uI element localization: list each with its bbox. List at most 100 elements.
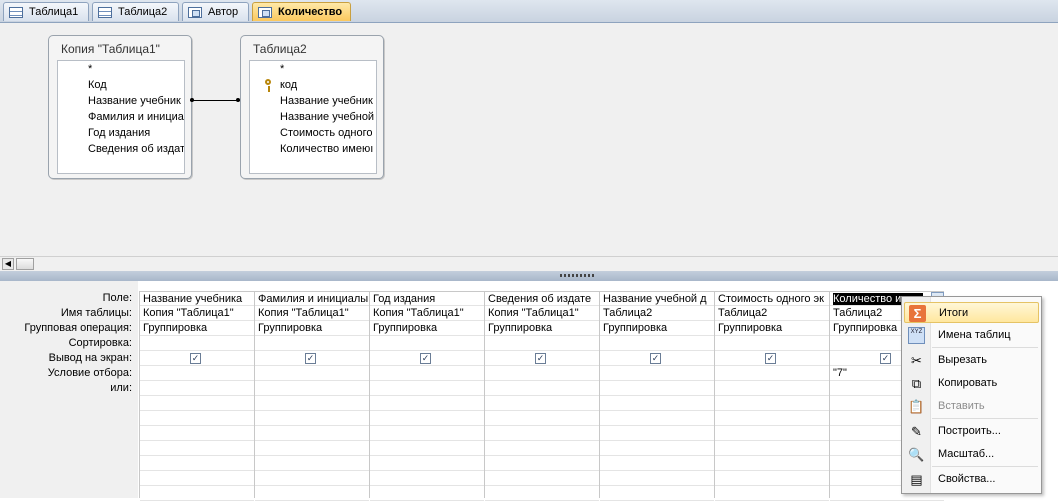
menu-item-zoom[interactable]: 🔍 Масштаб... (904, 444, 1039, 465)
field-cell[interactable]: Сведения об издате (485, 291, 599, 306)
menu-item-copy[interactable]: ⧉ Копировать (904, 373, 1039, 394)
relationship-line[interactable] (190, 98, 240, 102)
query-diagram-pane[interactable]: Копия "Таблица1" * Код Название учебник … (0, 23, 1058, 256)
empty-cell[interactable] (600, 396, 714, 411)
or-cell[interactable] (370, 381, 484, 396)
empty-cell[interactable] (255, 426, 369, 441)
or-cell[interactable] (715, 381, 829, 396)
menu-item-sigma[interactable]: Σ Итоги (904, 302, 1039, 323)
show-cell[interactable]: ✓ (370, 351, 484, 366)
empty-cell[interactable] (370, 441, 484, 456)
group-cell[interactable]: Группировка (715, 321, 829, 336)
empty-cell[interactable] (485, 486, 599, 501)
show-checkbox[interactable]: ✓ (190, 353, 201, 364)
field-list-table1-copy[interactable]: Копия "Таблица1" * Код Название учебник … (48, 35, 192, 179)
splitter-grip-icon[interactable] (560, 274, 594, 277)
field-cell[interactable]: Фамилия и инициалы (255, 291, 369, 306)
show-checkbox[interactable]: ✓ (880, 353, 891, 364)
field-item[interactable]: Название учебник (250, 93, 376, 109)
show-cell[interactable]: ✓ (715, 351, 829, 366)
field-item[interactable]: Название учебник (58, 93, 184, 109)
empty-cell[interactable] (715, 396, 829, 411)
show-checkbox[interactable]: ✓ (420, 353, 431, 364)
or-cell[interactable] (485, 381, 599, 396)
empty-cell[interactable] (370, 396, 484, 411)
sort-cell[interactable] (255, 336, 369, 351)
empty-cell[interactable] (370, 456, 484, 471)
scroll-left-arrow-icon[interactable]: ◀ (2, 258, 14, 270)
show-cell[interactable]: ✓ (600, 351, 714, 366)
show-checkbox[interactable]: ✓ (305, 353, 316, 364)
empty-cell[interactable] (370, 471, 484, 486)
empty-cell[interactable] (140, 471, 254, 486)
or-cell[interactable] (255, 381, 369, 396)
show-checkbox[interactable]: ✓ (535, 353, 546, 364)
empty-cell[interactable] (485, 426, 599, 441)
empty-cell[interactable] (485, 441, 599, 456)
field-list-title[interactable]: Таблица2 (253, 42, 307, 56)
tab-count-query[interactable]: Количество (252, 2, 351, 21)
group-cell[interactable]: Группировка (370, 321, 484, 336)
criteria-cell[interactable] (600, 366, 714, 381)
menu-item-table-names[interactable]: XYZ Имена таблиц (904, 325, 1039, 346)
empty-cell[interactable] (255, 411, 369, 426)
menu-item-properties[interactable]: ▤ Свойства... (904, 469, 1039, 490)
field-list[interactable]: * Код Название учебник Фамилия и инициа … (57, 60, 185, 174)
empty-cell[interactable] (255, 396, 369, 411)
show-cell[interactable]: ✓ (255, 351, 369, 366)
or-cell[interactable] (140, 381, 254, 396)
empty-cell[interactable] (485, 456, 599, 471)
table-cell[interactable]: Копия "Таблица1" (140, 306, 254, 321)
empty-cell[interactable] (255, 441, 369, 456)
sort-cell[interactable] (715, 336, 829, 351)
table-cell[interactable]: Копия "Таблица1" (370, 306, 484, 321)
criteria-cell[interactable] (140, 366, 254, 381)
empty-cell[interactable] (715, 441, 829, 456)
table-cell[interactable]: Копия "Таблица1" (255, 306, 369, 321)
menu-item-paste[interactable]: 📋 Вставить (904, 396, 1039, 417)
table-cell[interactable]: Копия "Таблица1" (485, 306, 599, 321)
empty-cell[interactable] (255, 471, 369, 486)
empty-cell[interactable] (715, 471, 829, 486)
empty-cell[interactable] (140, 441, 254, 456)
diagram-horizontal-scrollbar[interactable]: ◀ (0, 256, 1058, 272)
table-cell[interactable]: Таблица2 (715, 306, 829, 321)
empty-cell[interactable] (140, 396, 254, 411)
show-cell[interactable]: ✓ (140, 351, 254, 366)
empty-cell[interactable] (370, 411, 484, 426)
empty-cell[interactable] (600, 486, 714, 501)
empty-cell[interactable] (485, 396, 599, 411)
empty-cell[interactable] (715, 456, 829, 471)
or-cell[interactable] (600, 381, 714, 396)
tab-table1[interactable]: Таблица1 (3, 2, 89, 21)
empty-cell[interactable] (370, 426, 484, 441)
field-item[interactable]: Стоимость одного (250, 125, 376, 141)
field-item[interactable]: Количество имеюı (250, 141, 376, 157)
field-list-table2[interactable]: Таблица2 * код Название учебник Название… (240, 35, 384, 179)
sort-cell[interactable] (140, 336, 254, 351)
scroll-thumb[interactable] (16, 258, 34, 270)
field-item[interactable]: Фамилия и инициа (58, 109, 184, 125)
empty-cell[interactable] (370, 486, 484, 501)
group-cell[interactable]: Группировка (485, 321, 599, 336)
tab-author-query[interactable]: Автор (182, 2, 249, 21)
field-item[interactable]: Название учебной (250, 109, 376, 125)
tab-table2[interactable]: Таблица2 (92, 2, 179, 21)
show-checkbox[interactable]: ✓ (765, 353, 776, 364)
field-item[interactable]: * (58, 61, 184, 77)
criteria-cell[interactable] (485, 366, 599, 381)
field-item[interactable]: Год издания (58, 125, 184, 141)
empty-cell[interactable] (715, 486, 829, 501)
show-checkbox[interactable]: ✓ (650, 353, 661, 364)
empty-cell[interactable] (600, 411, 714, 426)
menu-item-scissors[interactable]: ✂ Вырезать (904, 350, 1039, 371)
query-design-grid[interactable]: Поле: Имя таблицы: Групповая операция: С… (0, 281, 1058, 501)
empty-cell[interactable] (715, 426, 829, 441)
criteria-cell[interactable] (370, 366, 484, 381)
empty-cell[interactable] (255, 456, 369, 471)
field-item-primary-key[interactable]: код (250, 77, 376, 93)
empty-cell[interactable] (600, 471, 714, 486)
table-cell[interactable]: Таблица2 (600, 306, 714, 321)
group-cell[interactable]: Группировка (140, 321, 254, 336)
field-item[interactable]: Код (58, 77, 184, 93)
